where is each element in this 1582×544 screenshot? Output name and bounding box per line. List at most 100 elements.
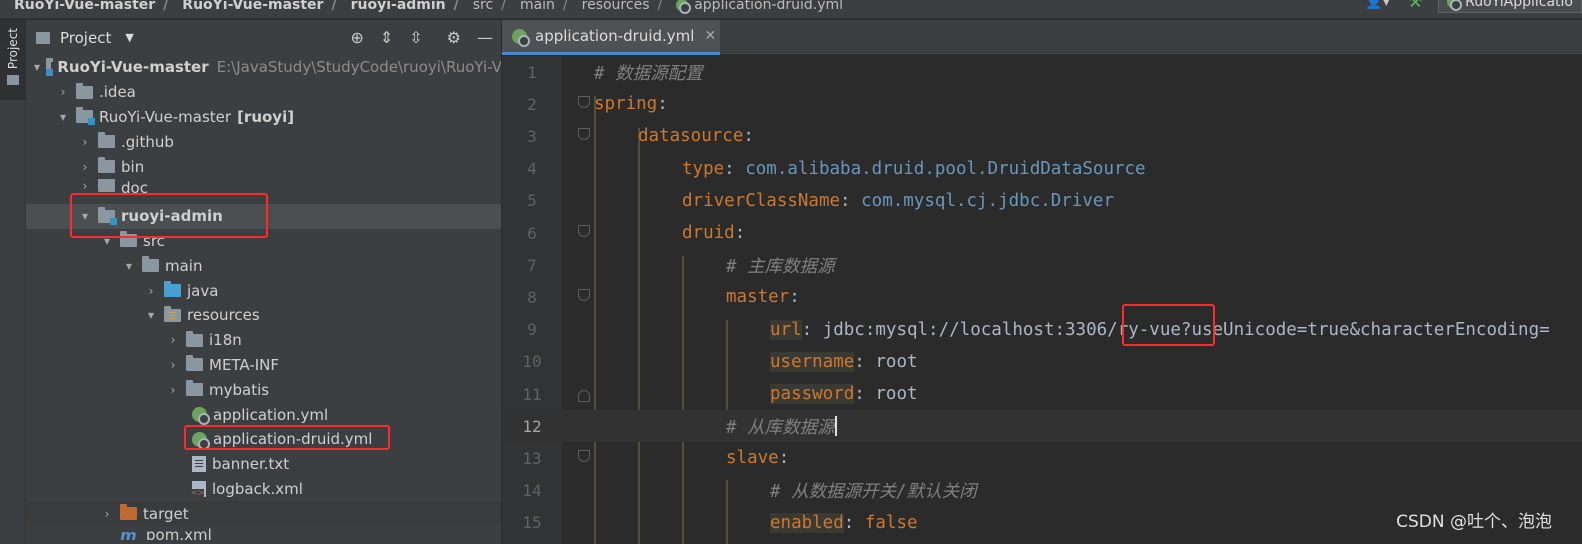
folder-icon [186,355,203,372]
tree-item-application-yml[interactable]: application.yml [26,402,501,427]
breadcrumb-label: main [519,0,555,13]
chevron-right-icon[interactable]: › [56,85,70,99]
tree-item-main[interactable]: ▾ main [26,253,501,278]
yaml-key: password [770,384,855,405]
chevron-right-icon[interactable]: › [144,284,158,298]
highlight-box [1122,304,1215,346]
highlight-box [184,425,390,450]
yaml-separator: : [789,287,800,308]
fold-marker-icon[interactable] [578,96,590,109]
user-icon[interactable]: 👤▾ [1365,0,1389,10]
tree-item-idea[interactable]: › .idea [26,80,501,105]
line-number: 10 [522,352,542,372]
line-number: 7 [527,255,537,275]
breadcrumb-item[interactable]: src / [459,0,506,12]
project-tool-window-tab[interactable]: Project [0,20,26,100]
yaml-key: enabled [770,512,844,533]
tree-item-resources[interactable]: ▾ resources [26,303,501,328]
build-hammer-icon[interactable]: ⚒ [1408,0,1422,11]
project-panel-title[interactable]: Project [60,29,111,47]
chevron-right-icon[interactable]: › [166,358,180,372]
gear-icon[interactable]: ⚙ [447,28,461,47]
breadcrumb-item[interactable]: ruoyi-admin / [337,0,459,13]
yml-file-icon [676,0,692,14]
breadcrumb-item[interactable]: RuoYi-Vue-master / [168,0,336,12]
line-number: 3 [527,126,537,146]
tree-item-root[interactable]: ▾ RuoYi-Vue-master E:\JavaStudy\StudyCode… [26,55,502,80]
run-configuration-selector[interactable]: RuoYiApplicatio [1438,0,1582,13]
toolbar-right: 👤▾ ⚒ RuoYiApplicatio [1365,0,1582,13]
project-view-icon [36,31,50,44]
yaml-key: url [770,319,802,340]
tree-item-ruoyi-module[interactable]: ▾ RuoYi-Vue-master [ruoyi] [26,105,501,130]
editor-tab-application-druid[interactable]: application-druid.yml ✕ [502,20,720,55]
yaml-separator: : [743,126,754,147]
breadcrumb-item[interactable]: main / [506,0,568,13]
project-tab-label: Project [6,28,20,70]
chevron-right-icon[interactable]: › [78,135,92,149]
folder-icon [76,82,93,99]
tree-item-label: target [143,504,189,523]
tree-item-pom-xml[interactable]: m pom.xml [26,526,501,540]
line-number: 13 [522,448,542,468]
code-line: slave: [562,442,1582,474]
collapse-all-icon[interactable]: ⇳ [409,28,422,47]
tree-item-doc[interactable]: › doc [26,179,501,193]
chevron-down-icon[interactable]: ▾ [56,110,70,124]
tree-item-mybatis[interactable]: › mybatis [26,377,501,402]
spring-icon [1447,0,1463,11]
chevron-right-icon[interactable]: › [78,179,92,193]
fold-marker-icon[interactable] [578,225,590,237]
code-line: # 数据源配置 [562,56,1582,88]
tree-item-target[interactable]: › target [26,501,501,527]
yaml-key: slave [726,448,779,469]
chevron-right-icon[interactable]: › [100,507,114,521]
close-icon[interactable]: ✕ [704,28,716,44]
chevron-down-icon[interactable]: ▾ [144,308,158,322]
tree-item-label: bin [121,157,145,176]
line-number-gutter: 1 2 3 4 5 6 7 8 9 10 11 12 13 14 15 [502,56,562,544]
xml-file-icon [191,480,206,497]
tree-item-bin[interactable]: › bin [26,154,501,179]
breadcrumb-label: ruoyi-admin [350,0,446,13]
line-number: 4 [527,159,537,179]
chevron-down-icon[interactable]: ▾ [34,60,40,74]
text-caret [834,416,837,437]
code-line: master: [562,281,1582,313]
fold-marker-icon[interactable] [578,128,590,141]
yml-file-icon [192,407,210,426]
code-editor[interactable]: # 数据源配置 spring: datasource: type: com.al… [562,56,1582,544]
yml-file-icon [512,28,530,47]
chevron-right-icon[interactable]: › [166,383,180,397]
breadcrumb-item[interactable]: RuoYi-Vue-master / [0,0,168,13]
tree-item-github[interactable]: › .github [26,129,501,154]
fold-marker-icon[interactable] [578,390,590,402]
yaml-value: com.mysql.cj.jdbc.Driver [861,190,1114,211]
fold-marker-icon[interactable] [578,450,590,463]
chevron-down-icon[interactable]: ▾ [122,259,136,273]
fold-marker-icon[interactable] [578,289,590,302]
tree-item-logback-xml[interactable]: logback.xml [26,477,501,502]
tree-item-i18n[interactable]: › i18n [26,328,501,353]
locate-target-icon[interactable]: ⊕ [350,28,363,47]
chevron-right-icon[interactable]: › [78,160,92,174]
breadcrumb-item[interactable]: resources / [568,0,663,12]
tree-item-path: E:\JavaStudy\StudyCode\ruoyi\RuoYi-V [216,58,502,77]
chevron-down-icon[interactable]: ▼ [125,31,133,44]
minimize-icon[interactable]: — [477,28,493,47]
breadcrumb-label: RuoYi-Vue-master [14,0,156,13]
tree-item-label: .github [121,132,174,151]
expand-all-icon[interactable]: ⇕ [380,28,393,47]
line-number: 2 [527,94,537,114]
tree-item-meta-inf[interactable]: › META-INF [26,353,501,378]
excluded-folder-icon [120,504,137,521]
breadcrumb-item[interactable]: application-druid.yml [662,0,843,14]
tree-item-java[interactable]: › java [26,278,501,303]
tree-item-banner-txt[interactable]: banner.txt [26,452,501,477]
yaml-key: druid [682,223,735,244]
folder-icon [98,157,115,174]
code-line-current: # 从库数据源 [562,410,1582,443]
watermark-text: CSDN @吐个、泡泡 [1396,512,1552,532]
chevron-right-icon[interactable]: › [166,333,180,347]
yaml-key: spring [594,94,658,115]
